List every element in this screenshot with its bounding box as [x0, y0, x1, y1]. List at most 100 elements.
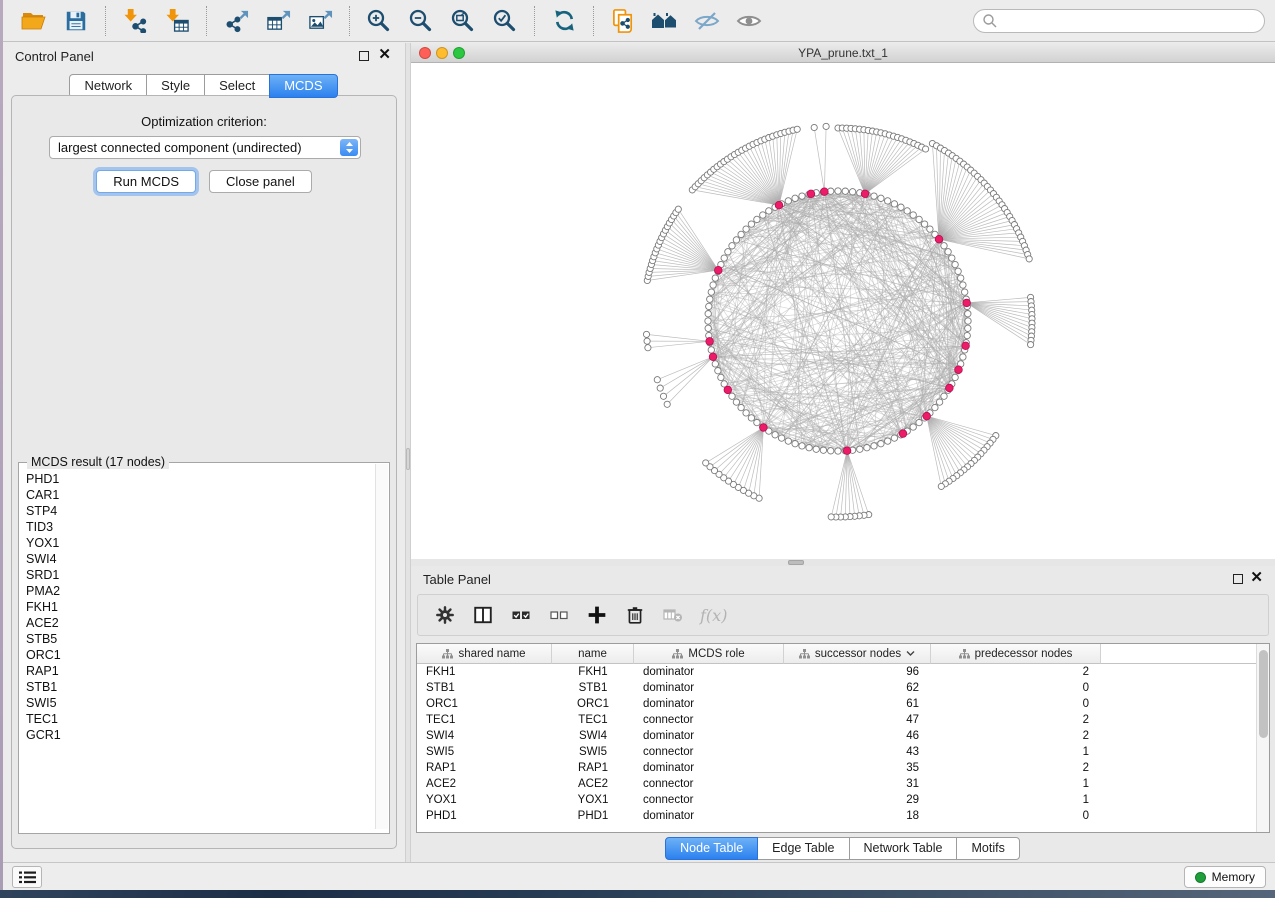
zoom-in-icon[interactable]: [362, 5, 396, 37]
table-scrollbar[interactable]: [1256, 644, 1269, 832]
table-row[interactable]: SWI4SWI4dominator462: [417, 728, 1101, 744]
column-header-name[interactable]: name: [552, 644, 634, 664]
mcds-result-item[interactable]: ORC1: [26, 647, 374, 663]
table-cell[interactable]: SWI4: [417, 728, 552, 744]
mcds-result-item[interactable]: SWI4: [26, 551, 374, 567]
zoom-fit-icon[interactable]: [446, 5, 480, 37]
export-network-icon[interactable]: [219, 5, 253, 37]
table-cell[interactable]: PHD1: [552, 808, 634, 824]
export-table-icon[interactable]: [261, 5, 295, 37]
select-all-checkboxes-icon[interactable]: [508, 602, 534, 628]
mcds-result-list[interactable]: PHD1CAR1STP4TID3YOX1SWI4SRD1PMA2FKH1ACE2…: [20, 469, 374, 829]
table-row[interactable]: ORC1ORC1dominator610: [417, 696, 1101, 712]
table-cell[interactable]: SWI4: [552, 728, 634, 744]
close-panel-icon[interactable]: ✕: [378, 47, 391, 63]
criterion-select[interactable]: largest connected component (undirected): [49, 136, 361, 159]
show-columns-icon[interactable]: [470, 602, 496, 628]
table-cell[interactable]: dominator: [634, 696, 784, 712]
duplicate-network-icon[interactable]: [606, 5, 640, 37]
table-cell[interactable]: SWI5: [417, 744, 552, 760]
table-cell[interactable]: dominator: [634, 728, 784, 744]
table-cell[interactable]: 96: [784, 664, 931, 680]
import-table-icon[interactable]: [160, 5, 194, 37]
table-cell[interactable]: 47: [784, 712, 931, 728]
mcds-result-item[interactable]: ACE2: [26, 615, 374, 631]
table-cell[interactable]: 1: [931, 744, 1101, 760]
refresh-layout-icon[interactable]: [547, 5, 581, 37]
table-cell[interactable]: TEC1: [552, 712, 634, 728]
table-cell[interactable]: PHD1: [417, 808, 552, 824]
tab-mcds[interactable]: MCDS: [269, 74, 337, 98]
table-body[interactable]: FKH1FKH1dominator962STB1STB1dominator620…: [417, 664, 1101, 824]
table-cell[interactable]: TEC1: [417, 712, 552, 728]
task-history-button[interactable]: [12, 866, 42, 888]
search-box[interactable]: [973, 9, 1265, 33]
table-cell[interactable]: ORC1: [552, 696, 634, 712]
run-mcds-button[interactable]: Run MCDS: [96, 170, 196, 193]
tab-node-table[interactable]: Node Table: [665, 837, 758, 860]
search-input[interactable]: [998, 12, 1264, 30]
table-cell[interactable]: 18: [784, 808, 931, 824]
mcds-result-item[interactable]: RAP1: [26, 663, 374, 679]
import-network-icon[interactable]: [118, 5, 152, 37]
zoom-out-icon[interactable]: [404, 5, 438, 37]
column-header-successor-nodes[interactable]: successor nodes: [784, 644, 931, 664]
float-panel-icon[interactable]: [359, 51, 369, 61]
table-cell[interactable]: FKH1: [417, 664, 552, 680]
table-row[interactable]: SWI5SWI5connector431: [417, 744, 1101, 760]
mcds-result-item[interactable]: TID3: [26, 519, 374, 535]
table-cell[interactable]: connector: [634, 744, 784, 760]
tab-edge-table[interactable]: Edge Table: [757, 837, 849, 860]
table-cell[interactable]: 2: [931, 728, 1101, 744]
horizontal-splitter[interactable]: [411, 559, 1275, 566]
table-cell[interactable]: 0: [931, 696, 1101, 712]
table-cell[interactable]: dominator: [634, 680, 784, 696]
table-cell[interactable]: ACE2: [552, 776, 634, 792]
mcds-result-item[interactable]: YOX1: [26, 535, 374, 551]
export-image-icon[interactable]: [303, 5, 337, 37]
hide-selected-icon[interactable]: [690, 5, 724, 37]
table-cell[interactable]: 62: [784, 680, 931, 696]
mcds-result-item[interactable]: TEC1: [26, 711, 374, 727]
table-cell[interactable]: STB1: [417, 680, 552, 696]
save-session-icon[interactable]: [59, 5, 93, 37]
table-row[interactable]: STB1STB1dominator620: [417, 680, 1101, 696]
table-cell[interactable]: 31: [784, 776, 931, 792]
network-canvas[interactable]: [411, 63, 1275, 559]
scrollbar-thumb[interactable]: [1259, 650, 1268, 738]
mcds-result-item[interactable]: SRD1: [26, 567, 374, 583]
table-cell[interactable]: connector: [634, 712, 784, 728]
table-cell[interactable]: 0: [931, 680, 1101, 696]
mcds-result-item[interactable]: STB5: [26, 631, 374, 647]
column-header-shared-name[interactable]: shared name: [417, 644, 552, 664]
splitter-handle[interactable]: [788, 560, 804, 565]
settings-gear-icon[interactable]: [432, 602, 458, 628]
tab-network-table[interactable]: Network Table: [849, 837, 958, 860]
float-panel-icon[interactable]: [1233, 574, 1243, 584]
table-cell[interactable]: dominator: [634, 760, 784, 776]
table-cell[interactable]: connector: [634, 792, 784, 808]
table-cell[interactable]: YOX1: [552, 792, 634, 808]
deselect-all-checkboxes-icon[interactable]: [546, 602, 572, 628]
table-cell[interactable]: 29: [784, 792, 931, 808]
table-row[interactable]: PHD1PHD1dominator180: [417, 808, 1101, 824]
table-cell[interactable]: dominator: [634, 664, 784, 680]
splitter-handle[interactable]: [406, 448, 410, 470]
table-cell[interactable]: 46: [784, 728, 931, 744]
memory-button[interactable]: Memory: [1184, 866, 1266, 888]
table-cell[interactable]: SWI5: [552, 744, 634, 760]
close-panel-button[interactable]: Close panel: [209, 170, 312, 193]
table-cell[interactable]: ACE2: [417, 776, 552, 792]
network-window-titlebar[interactable]: YPA_prune.txt_1: [411, 43, 1275, 63]
mcds-result-item[interactable]: GCR1: [26, 727, 374, 743]
show-all-icon[interactable]: [732, 5, 766, 37]
table-cell[interactable]: 1: [931, 792, 1101, 808]
table-cell[interactable]: 61: [784, 696, 931, 712]
delete-columns-icon[interactable]: [622, 602, 648, 628]
first-neighbors-icon[interactable]: [648, 5, 682, 37]
table-cell[interactable]: RAP1: [552, 760, 634, 776]
table-cell[interactable]: 1: [931, 776, 1101, 792]
column-header-MCDS-role[interactable]: MCDS role: [634, 644, 784, 664]
table-cell[interactable]: YOX1: [417, 792, 552, 808]
zoom-selected-icon[interactable]: [488, 5, 522, 37]
